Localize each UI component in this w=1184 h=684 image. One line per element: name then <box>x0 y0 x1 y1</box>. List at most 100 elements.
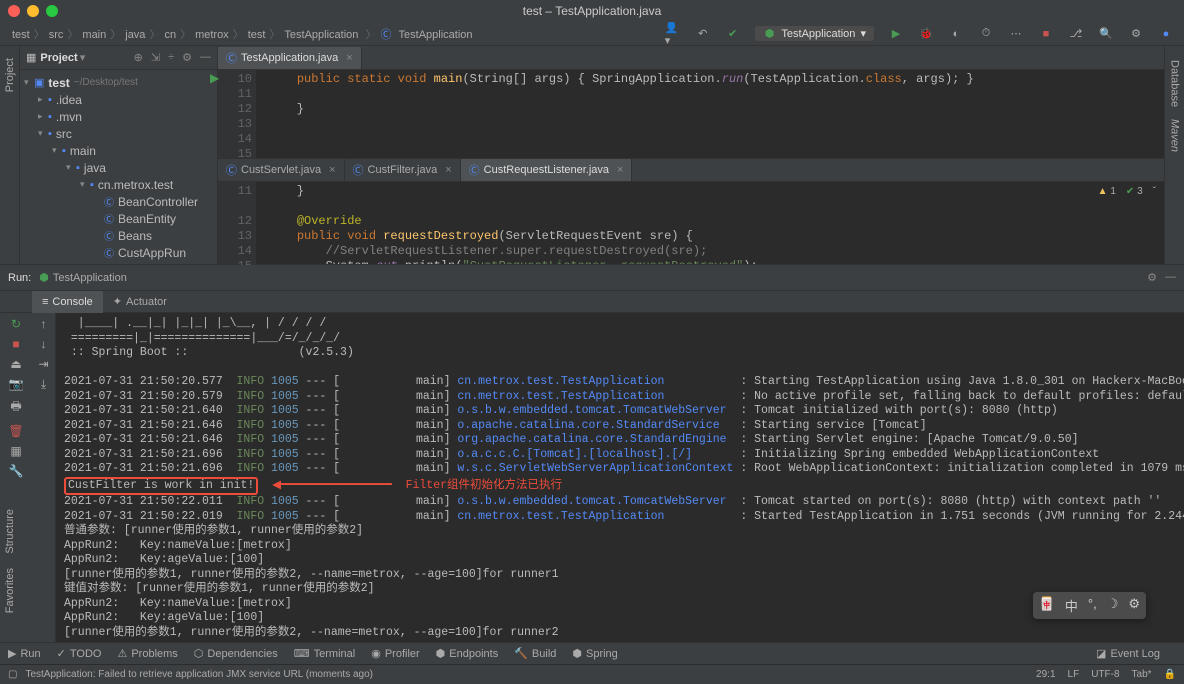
run-configuration[interactable]: ⬢ TestApplication ▾ <box>755 26 874 41</box>
tool-tab-Profiler[interactable]: ◉Profiler <box>371 647 419 660</box>
expand-all-icon[interactable]: ⇲ <box>151 51 160 64</box>
back-icon[interactable]: ↶ <box>695 26 711 42</box>
tree-node[interactable]: ▾▪main <box>20 142 217 159</box>
close-tab-icon[interactable]: × <box>445 164 451 176</box>
status-hide-icon[interactable]: ▢ <box>8 669 17 680</box>
tab-CustServlet.java[interactable]: ⒸCustServlet.java× <box>218 159 345 181</box>
stop-icon[interactable]: ■ <box>1038 26 1054 42</box>
breadcrumb-item[interactable]: TestApplication <box>284 29 358 41</box>
close-tab-icon[interactable]: × <box>346 52 352 64</box>
tree-node[interactable]: ▾▪java <box>20 159 217 176</box>
delete-icon[interactable]: 🗑 <box>8 424 23 438</box>
tools-icon[interactable]: 🔧 <box>9 464 24 478</box>
code-bottom[interactable]: } @Override public void requestDestroyed… <box>256 182 1164 264</box>
tool-tab-Build[interactable]: 🔨Build <box>514 647 556 660</box>
wrap-icon[interactable]: ⇥ <box>38 357 48 371</box>
ime-icon[interactable]: 🀄 <box>1039 596 1055 615</box>
tool-tab-Endpoints[interactable]: ⬢Endpoints <box>436 647 499 660</box>
search-icon[interactable]: 🔍 <box>1098 26 1114 42</box>
avatar-icon[interactable]: ● <box>1158 26 1174 42</box>
ime-settings-icon[interactable]: ⚙ <box>1128 596 1140 615</box>
tree-node[interactable]: ⒸBeans <box>20 227 217 244</box>
inspection-widget[interactable]: ▲ 1 ✔ 3 ˇ <box>1098 186 1156 197</box>
input-method-toolbar[interactable]: 🀄 中 °, ☽ ⚙ <box>1033 592 1146 619</box>
tree-node[interactable]: ⒸCustAppRun2 <box>20 261 217 264</box>
encoding[interactable]: UTF-8 <box>1091 669 1119 680</box>
layout-icon[interactable]: ▦ <box>10 444 21 458</box>
attach-icon[interactable]: ⋯ <box>1008 26 1024 42</box>
ime-mode[interactable]: 中 <box>1065 596 1078 615</box>
caret-position[interactable]: 29:1 <box>1036 669 1055 680</box>
close-tab-icon[interactable]: × <box>329 164 335 176</box>
breadcrumb-item[interactable]: java <box>125 29 145 41</box>
tree-node[interactable]: ⒸBeanEntity <box>20 210 217 227</box>
project-tree[interactable]: ▾▣test~/Desktop/test▸▪.idea▸▪.mvn▾▪src▾▪… <box>20 70 217 264</box>
editor-bottom[interactable]: 11 1213141516 } @Override public void re… <box>218 182 1164 264</box>
user-icon[interactable]: 👤▾ <box>665 26 681 42</box>
run-icon[interactable]: ▶ <box>888 26 904 42</box>
debug-icon[interactable]: 🐞 <box>918 26 934 42</box>
breadcrumb-item[interactable]: cn <box>164 29 176 41</box>
collapse-icon[interactable]: ÷ <box>168 51 174 64</box>
minimize-window-icon[interactable] <box>27 5 39 17</box>
select-open-file-icon[interactable]: ⊕ <box>134 51 143 64</box>
tree-node[interactable]: ▾▪cn.metrox.test <box>20 176 217 193</box>
tree-node[interactable]: ⒸCustAppRun <box>20 244 217 261</box>
breadcrumb-item[interactable]: src <box>49 29 64 41</box>
console-output[interactable]: |____| .__|_| |_|_| |_\__, | / / / / ===… <box>56 313 1184 642</box>
exit-icon[interactable]: ⏏ <box>10 357 21 371</box>
tree-node[interactable]: ⒸBeanController <box>20 193 217 210</box>
camera-icon[interactable]: 📷 <box>9 377 24 391</box>
print-icon[interactable]: 🖶 <box>10 397 21 418</box>
project-view-title[interactable]: Project <box>40 52 77 64</box>
vcs-icon[interactable]: ⎇ <box>1068 26 1084 42</box>
editor-top[interactable]: 10▶1112131415 public static void main(St… <box>218 70 1164 158</box>
tab-CustRequestListener.java[interactable]: ⒸCustRequestListener.java× <box>461 159 633 181</box>
event-log-button[interactable]: ◪ Event Log <box>1096 647 1160 660</box>
stop-icon[interactable]: ■ <box>12 337 19 351</box>
run-tab-Actuator[interactable]: ✦Actuator <box>103 291 177 313</box>
tab-testapplication[interactable]: Ⓒ TestApplication.java × <box>218 47 362 69</box>
scroll-icon[interactable]: ⤓ <box>41 377 46 392</box>
line-separator[interactable]: LF <box>1068 669 1080 680</box>
database-tool-tab[interactable]: Database <box>1169 60 1181 107</box>
tool-tab-TODO[interactable]: ✓TODO <box>57 647 102 660</box>
tree-node[interactable]: ▸▪.idea <box>20 91 217 108</box>
favorites-tool-tab[interactable]: Favorites <box>4 568 16 613</box>
close-window-icon[interactable] <box>8 5 20 17</box>
tool-tab-Problems[interactable]: ⚠Problems <box>117 647 177 660</box>
gear-icon[interactable]: ⚙ <box>182 51 192 64</box>
tool-tab-Dependencies[interactable]: ⬡Dependencies <box>194 647 278 660</box>
profile-icon[interactable]: ⏱ <box>978 26 994 42</box>
ime-full[interactable]: °, <box>1088 596 1097 615</box>
rerun-icon[interactable]: ↻ <box>11 317 21 331</box>
minimize-icon[interactable]: — <box>1165 271 1176 284</box>
up-icon[interactable]: ↑ <box>41 317 47 331</box>
down-icon[interactable]: ↓ <box>41 337 47 351</box>
breadcrumb-item[interactable]: test <box>12 29 30 41</box>
maximize-window-icon[interactable] <box>46 5 58 17</box>
coverage-icon[interactable]: ◐ <box>948 26 964 42</box>
settings-icon[interactable]: ⚙ <box>1128 26 1144 42</box>
structure-tool-tab[interactable]: Structure <box>4 509 16 554</box>
tab-CustFilter.java[interactable]: ⒸCustFilter.java× <box>345 159 461 181</box>
breadcrumb-item[interactable]: test <box>248 29 266 41</box>
tree-node[interactable]: ▾▪src <box>20 125 217 142</box>
code-top[interactable]: public static void main(String[] args) {… <box>256 70 1164 158</box>
run-tab-Console[interactable]: ≡Console <box>32 291 103 313</box>
hide-icon[interactable]: — <box>200 51 211 64</box>
check-icon[interactable]: ✔ <box>725 26 741 42</box>
tool-tab-Spring[interactable]: ⬢Spring <box>572 647 617 660</box>
breadcrumb-item[interactable]: metrox <box>195 29 229 41</box>
tree-node[interactable]: ▸▪.mvn <box>20 108 217 125</box>
lock-icon[interactable]: 🔒 <box>1164 669 1176 680</box>
indent[interactable]: Tab* <box>1132 669 1152 680</box>
tool-tab-Terminal[interactable]: ⌨Terminal <box>294 647 355 660</box>
breadcrumb-item[interactable]: TestApplication <box>399 29 473 41</box>
maven-tool-tab[interactable]: Maven <box>1169 119 1181 152</box>
ime-moon-icon[interactable]: ☽ <box>1107 596 1119 615</box>
project-tool-tab[interactable]: Project <box>4 58 16 92</box>
close-tab-icon[interactable]: × <box>617 164 623 176</box>
breadcrumb-item[interactable]: main <box>82 29 106 41</box>
tool-tab-Run[interactable]: ▶Run <box>8 647 41 660</box>
